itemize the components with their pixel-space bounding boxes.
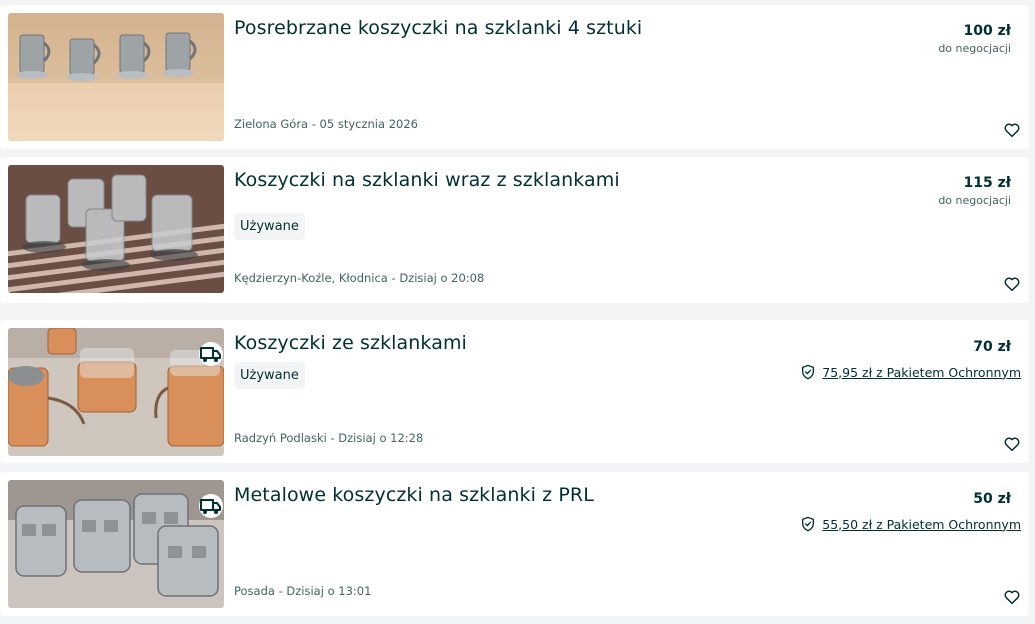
listing-card[interactable]: Posrebrzane koszyczki na szklanki 4 sztu… — [0, 5, 1029, 149]
listing-location-date: Zielona Góra - 05 stycznia 2026 — [234, 117, 418, 131]
heart-icon[interactable] — [1003, 275, 1021, 293]
listing-photo-image — [8, 328, 224, 456]
listing-title[interactable]: Posrebrzane koszyczki na szklanki 4 sztu… — [234, 17, 642, 39]
condition-badge: Używane — [234, 362, 305, 389]
truck-icon — [199, 342, 223, 366]
listing-photo[interactable] — [8, 328, 224, 456]
protection-package-link[interactable]: 55,50 zł z Pakietem Ochronnym — [800, 516, 1021, 532]
listing-photo-image — [8, 13, 224, 141]
heart-icon[interactable] — [1003, 435, 1021, 453]
shield-check-icon — [802, 516, 815, 532]
negotiable-label: do negocjacji — [938, 194, 1011, 207]
listing-photo-image — [8, 165, 224, 293]
heart-icon[interactable] — [1003, 121, 1021, 139]
listing-title[interactable]: Koszyczki ze szklankami — [234, 332, 467, 354]
truck-icon — [199, 494, 223, 518]
listing-photo[interactable] — [8, 165, 224, 293]
listing-photo-image — [8, 480, 224, 608]
protection-package-link[interactable]: 75,95 zł z Pakietem Ochronnym — [800, 364, 1021, 380]
listing-price: 50 zł — [973, 491, 1011, 507]
listing-price: 100 zł — [963, 23, 1011, 39]
listing-title[interactable]: Koszyczki na szklanki wraz z szklankami — [234, 169, 620, 191]
shield-check-icon — [802, 364, 815, 380]
listing-photo[interactable] — [8, 480, 224, 608]
listing-photo[interactable] — [8, 13, 224, 141]
listing-location-date: Posada - Dzisiaj o 13:01 — [234, 584, 372, 598]
protection-price-label[interactable]: 55,50 zł z Pakietem Ochronnym — [822, 517, 1021, 532]
listing-title[interactable]: Metalowe koszyczki na szklanki z PRL — [234, 484, 594, 506]
listing-location-date: Radzyń Podlaski - Dzisiaj o 12:28 — [234, 431, 424, 445]
listing-card[interactable]: Metalowe koszyczki na szklanki z PRL Pos… — [0, 472, 1029, 616]
listing-price: 70 zł — [973, 339, 1011, 355]
listing-location-date: Kędzierzyn-Koźle, Kłodnica - Dzisiaj o 2… — [234, 271, 485, 285]
protection-price-label[interactable]: 75,95 zł z Pakietem Ochronnym — [822, 365, 1021, 380]
negotiable-label: do negocjacji — [938, 42, 1011, 55]
listing-card[interactable]: Koszyczki na szklanki wraz z szklankami … — [0, 157, 1029, 303]
condition-badge: Używane — [234, 213, 305, 240]
listing-card[interactable]: Koszyczki ze szklankami Używane Radzyń P… — [0, 320, 1029, 463]
listing-price: 115 zł — [963, 175, 1011, 191]
heart-icon[interactable] — [1003, 588, 1021, 606]
